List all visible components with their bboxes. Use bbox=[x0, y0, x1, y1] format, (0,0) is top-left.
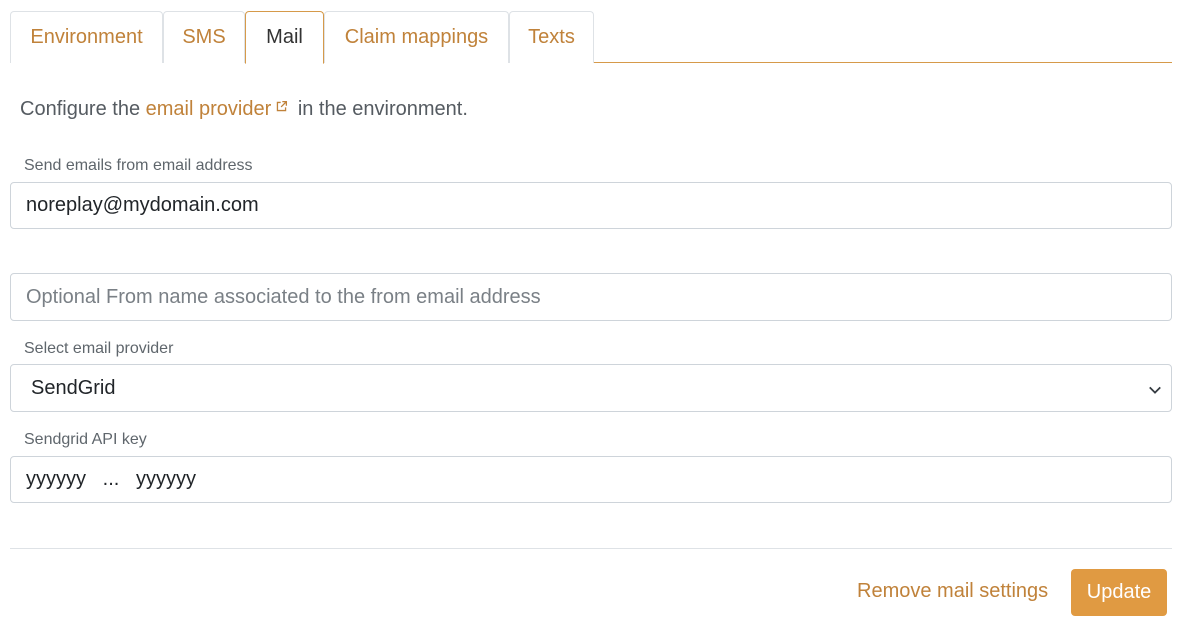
tab-environment[interactable]: Environment bbox=[10, 11, 163, 63]
divider bbox=[10, 548, 1172, 549]
intro-text: Configure the email provider in the envi… bbox=[20, 96, 468, 121]
remove-mail-settings-button[interactable]: Remove mail settings bbox=[857, 580, 1048, 603]
tab-label: Claim mappings bbox=[344, 26, 489, 48]
from-name-input[interactable]: Optional From name associated to the fro… bbox=[10, 273, 1172, 321]
tab-bar: Environment SMS Mail Claim mappings Text… bbox=[10, 11, 1172, 64]
tab-label: SMS bbox=[182, 26, 226, 48]
tab-claim-mappings[interactable]: Claim mappings bbox=[324, 11, 509, 63]
provider-label: Select email provider bbox=[24, 340, 174, 357]
intro-suffix: in the environment. bbox=[297, 98, 468, 120]
api-key-input[interactable]: yyyyyy ... yyyyyy bbox=[10, 456, 1172, 503]
tab-mail[interactable]: Mail bbox=[245, 11, 324, 64]
api-key-label: Sendgrid API key bbox=[24, 431, 147, 448]
email-provider-link[interactable]: email provider bbox=[146, 98, 293, 120]
from-email-label: Send emails from email address bbox=[24, 157, 253, 174]
chevron-down-icon bbox=[1148, 380, 1162, 403]
provider-selected-value: SendGrid bbox=[31, 376, 116, 399]
from-email-value: noreplay@mydomain.com bbox=[26, 194, 259, 216]
intro-prefix: Configure the bbox=[20, 98, 141, 120]
tab-label: Environment bbox=[30, 26, 143, 48]
from-name-placeholder: Optional From name associated to the fro… bbox=[26, 285, 541, 308]
tab-texts[interactable]: Texts bbox=[509, 11, 594, 63]
provider-select[interactable]: SendGrid bbox=[10, 364, 1172, 412]
tab-label: Mail bbox=[266, 26, 303, 48]
from-email-input[interactable]: noreplay@mydomain.com bbox=[10, 182, 1172, 229]
update-button[interactable]: Update bbox=[1071, 569, 1167, 616]
external-link-icon bbox=[275, 96, 288, 119]
email-provider-link-text: email provider bbox=[145, 98, 272, 120]
tab-sms[interactable]: SMS bbox=[163, 11, 245, 63]
api-key-value: yyyyyy ... yyyyyy bbox=[26, 468, 197, 490]
tab-label: Texts bbox=[528, 26, 575, 48]
